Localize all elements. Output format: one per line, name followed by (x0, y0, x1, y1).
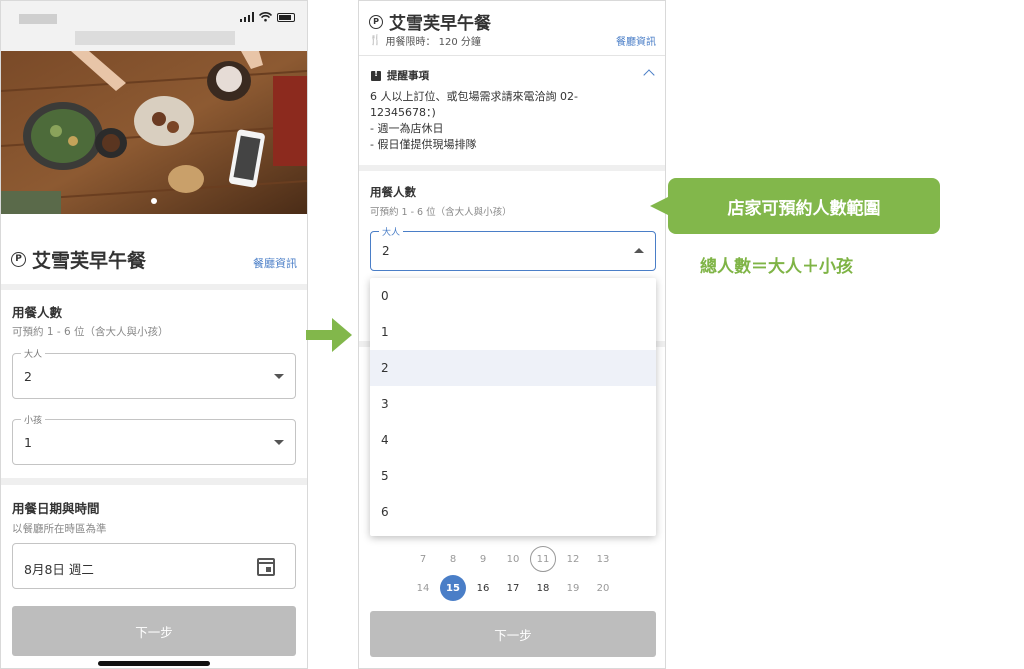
children-select[interactable]: 小孩 1 (12, 413, 296, 465)
dropdown-option[interactable]: 0 (370, 278, 656, 314)
date-value: 8月8日 週二 (24, 562, 94, 577)
calendar-day[interactable]: 10 (500, 546, 526, 572)
adults-label: 大人 (21, 347, 46, 360)
left-phone-screen: P 艾雪芙早午餐 餐廳資訊 用餐人數 可預約 1 - 6 位（含大人與小孩） 大… (0, 0, 308, 669)
calendar-day[interactable]: 20 (590, 575, 616, 601)
datetime-subtitle: 以餐廳所在時區為準 (12, 523, 107, 535)
calendar-day[interactable]: 9 (470, 546, 496, 572)
status-time-placeholder (19, 14, 57, 24)
calendar-day-selected[interactable]: 15 (440, 575, 466, 601)
dropdown-option[interactable]: 6 (370, 494, 656, 530)
adults-select[interactable]: 大人 2 (12, 347, 296, 399)
calendar-icon[interactable] (257, 558, 275, 576)
party-size-subtitle: 可預約 1 - 6 位（含大人與小孩） (12, 326, 169, 338)
calendar-day[interactable]: 18 (530, 575, 556, 601)
restaurant-logo-icon: P (11, 251, 26, 267)
wifi-icon (259, 12, 272, 22)
fork-knife-icon: 🍴 (369, 35, 382, 46)
party-size-subtitle: 可預約 1 - 6 位（含大人與小孩） (370, 207, 512, 218)
url-bar-placeholder (75, 31, 235, 45)
notice-title: 提醒事項 (387, 70, 429, 82)
section-divider (359, 165, 665, 171)
calendar-day-today[interactable]: 11 (530, 546, 556, 572)
children-value: 1 (24, 435, 32, 450)
chevron-up-icon[interactable] (643, 69, 655, 81)
restaurant-name: 艾雪芙早午餐 (389, 14, 491, 34)
adults-label: 大人 (379, 225, 404, 238)
calendar-day[interactable]: 14 (410, 575, 436, 601)
notice-line: - 週一為店休日 (370, 122, 444, 135)
calendar-week-row: 14 15 16 17 18 19 20 (359, 575, 665, 601)
calendar-day[interactable]: 12 (560, 546, 586, 572)
calendar-day[interactable]: 19 (560, 575, 586, 601)
dropdown-option[interactable]: 5 (370, 458, 656, 494)
calendar-day[interactable]: 8 (440, 546, 466, 572)
restaurant-header: P 艾雪芙早午餐 (369, 9, 491, 34)
calendar-day[interactable]: 16 (470, 575, 496, 601)
callout-bubble: 店家可預約人數範圍 (668, 178, 940, 234)
dining-time-limit: 🍴 用餐限時： 120 分鐘 (369, 33, 481, 48)
notice-header[interactable]: 提醒事項 (371, 68, 429, 83)
dining-time-limit-text: 用餐限時： 120 分鐘 (385, 37, 481, 48)
signal-icon (239, 12, 254, 22)
restaurant-info-link[interactable]: 餐廳資訊 (253, 255, 297, 271)
date-picker-field[interactable]: 8月8日 週二 (12, 543, 296, 589)
next-step-button[interactable]: 下一步 (12, 606, 296, 656)
status-bar (1, 1, 307, 51)
divider (359, 55, 665, 56)
battery-icon (277, 12, 295, 22)
dropdown-option[interactable]: 3 (370, 386, 656, 422)
hero-photo (1, 51, 307, 214)
party-size-title: 用餐人數 (12, 305, 63, 320)
notice-line: 6 人以上訂位、或包場需求請來電洽詢 02- (370, 90, 578, 103)
chevron-up-icon (634, 248, 644, 253)
restaurant-logo-icon: P (369, 14, 383, 29)
next-step-button[interactable]: 下一步 (370, 611, 656, 657)
home-indicator (98, 661, 210, 666)
notice-flag-icon (371, 69, 381, 81)
restaurant-name: 艾雪芙早午餐 (32, 249, 147, 272)
formula-note: 總人數＝大人＋小孩 (700, 257, 853, 277)
adults-select-open[interactable]: 大人 2 (370, 225, 656, 271)
notice-line: 12345678：) (370, 106, 436, 119)
calendar-week-row: 7 8 9 10 11 12 13 (359, 546, 665, 572)
notice-line: - 假日僅提供現場排隊 (370, 138, 477, 151)
dropdown-option[interactable]: 4 (370, 422, 656, 458)
party-size-title: 用餐人數 (370, 185, 416, 199)
dropdown-option-selected[interactable]: 2 (370, 350, 656, 386)
hero-photo-carousel[interactable] (1, 51, 307, 214)
callout-pointer (650, 196, 670, 216)
calendar-day[interactable]: 7 (410, 546, 436, 572)
chevron-down-icon (274, 440, 284, 445)
status-icons (239, 12, 295, 22)
carousel-dot-active[interactable] (151, 198, 157, 204)
calendar-day[interactable]: 17 (500, 575, 526, 601)
children-label: 小孩 (21, 413, 46, 426)
adults-value: 2 (382, 244, 390, 258)
section-divider (1, 478, 307, 485)
flow-arrow-icon (306, 318, 352, 352)
dropdown-option[interactable]: 1 (370, 314, 656, 350)
section-divider (1, 284, 307, 290)
adults-dropdown-menu: 0 1 2 3 4 5 6 (370, 278, 656, 536)
carousel-dots (1, 198, 307, 204)
calendar-day[interactable]: 13 (590, 546, 616, 572)
restaurant-info-link[interactable]: 餐廳資訊 (616, 33, 656, 48)
chevron-down-icon (274, 374, 284, 379)
adults-value: 2 (24, 369, 32, 384)
restaurant-header: P 艾雪芙早午餐 餐廳資訊 (11, 247, 297, 272)
right-phone-screen: P 艾雪芙早午餐 🍴 用餐限時： 120 分鐘 餐廳資訊 提醒事項 6 人以上訂… (358, 0, 666, 669)
datetime-title: 用餐日期與時間 (12, 501, 100, 516)
notice-body: 6 人以上訂位、或包場需求請來電洽詢 02- 12345678：) - 週一為店… (370, 89, 650, 153)
